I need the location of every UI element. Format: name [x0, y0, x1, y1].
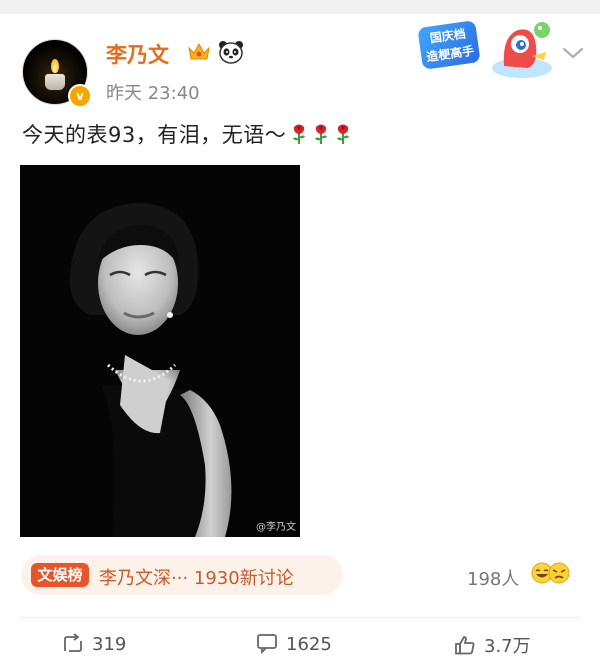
- username[interactable]: 李乃文: [106, 39, 169, 69]
- post-body: 今天的表93，有泪，无语～: [22, 123, 287, 147]
- repost-button[interactable]: 319: [62, 632, 126, 655]
- mascot-icon: [492, 22, 552, 78]
- rose-icon: [293, 124, 306, 144]
- ranking-text: 李乃文深··· 1930新讨论: [99, 568, 294, 589]
- post-image[interactable]: @李乃文: [20, 165, 300, 537]
- chevron-down-icon[interactable]: [561, 44, 585, 62]
- sad-face-icon: [548, 562, 570, 584]
- comment-icon: [257, 634, 277, 655]
- like-button[interactable]: 3.7万: [454, 632, 531, 658]
- post-text: 今天的表93，有泪，无语～: [22, 119, 352, 149]
- liked-users-count[interactable]: 198人: [467, 565, 519, 591]
- post-time: 昨天 23:40: [106, 83, 200, 104]
- comment-count: 1625: [286, 634, 332, 655]
- ranking-tag[interactable]: 文娱榜 李乃文深··· 1930新讨论: [21, 555, 343, 595]
- rose-icon: [337, 124, 350, 144]
- panda-icon[interactable]: [218, 40, 244, 64]
- top-bar: [0, 0, 600, 14]
- comment-button[interactable]: 1625: [256, 632, 332, 655]
- rose-icon: [315, 124, 328, 144]
- verified-badge-icon: v: [68, 84, 92, 108]
- candle-flame-icon: [51, 59, 59, 73]
- repost-count: 319: [92, 634, 127, 655]
- divider: [20, 617, 580, 618]
- promo-banner[interactable]: 国庆档 造梗高手: [417, 16, 560, 82]
- like-count: 3.7万: [484, 636, 531, 657]
- crown-icon[interactable]: [187, 40, 211, 62]
- roses: [286, 123, 352, 147]
- portrait-image: [20, 165, 300, 537]
- promo-tag: 国庆档 造梗高手: [417, 20, 481, 70]
- candle-icon: [45, 74, 65, 90]
- image-watermark: @李乃文: [256, 522, 296, 533]
- thumbs-up-icon: [455, 636, 475, 655]
- ranking-badge: 文娱榜: [31, 563, 89, 587]
- repost-icon: [64, 633, 82, 652]
